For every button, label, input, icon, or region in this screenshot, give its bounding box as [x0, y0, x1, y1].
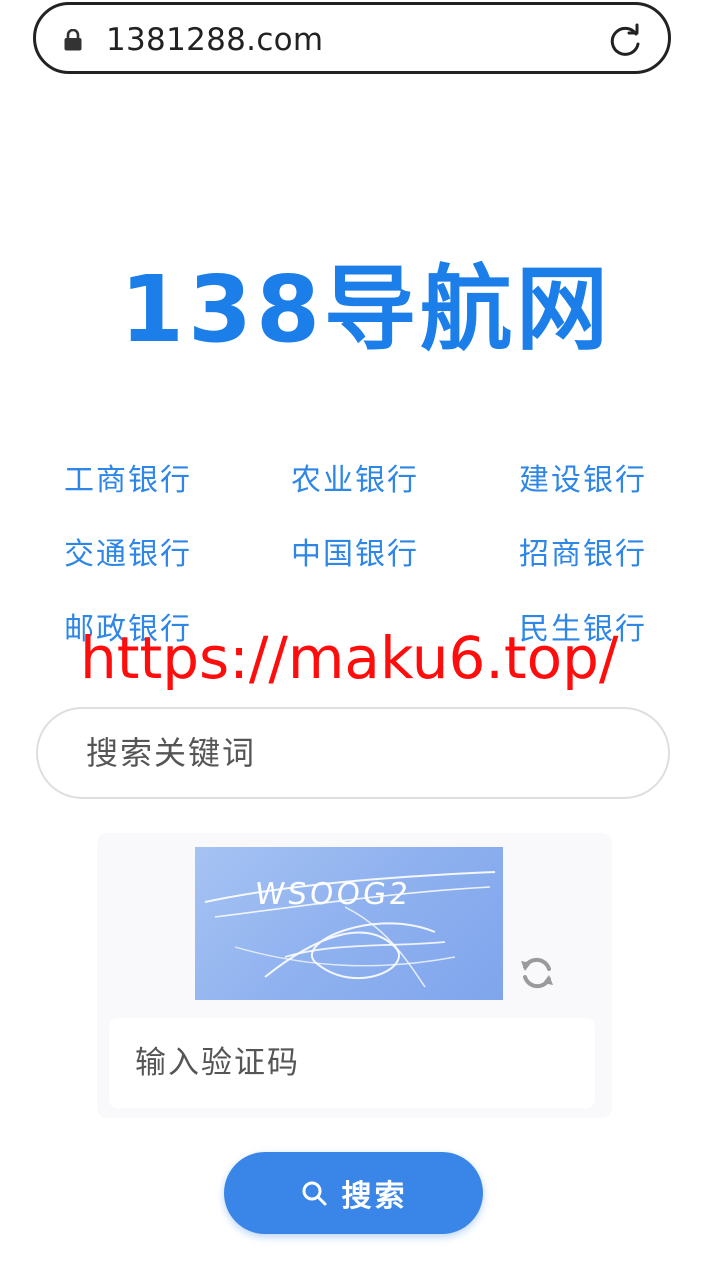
captcha-panel: WSOOG2	[97, 833, 612, 1118]
bank-link-ccb[interactable]: 建设银行	[519, 461, 647, 501]
site-logo: 138导航网	[120, 255, 613, 365]
search-button[interactable]: 搜索	[224, 1152, 483, 1234]
bank-link-bocom[interactable]: 交通银行	[64, 535, 192, 575]
bank-link-cmbc[interactable]: 民生银行	[519, 610, 647, 650]
lock-icon	[64, 29, 82, 51]
search-button-label: 搜索	[341, 1179, 408, 1214]
captcha-code: WSOOG2	[253, 877, 414, 912]
captcha-image[interactable]: WSOOG2	[195, 847, 503, 1000]
bank-link-icbc[interactable]: 工商银行	[64, 461, 192, 501]
refresh-icon[interactable]	[517, 953, 557, 993]
address-bar[interactable]: 1381288.com	[33, 2, 671, 74]
logo-text: 138导航网	[120, 256, 613, 363]
bank-link-cmb[interactable]: 招商银行	[519, 535, 647, 575]
page: 1381288.com 138导航网 工商银行 农业银行 建设银行 交通银行 中…	[0, 0, 707, 1280]
address-url[interactable]: 1381288.com	[106, 21, 323, 59]
captcha-noise-lines	[204, 871, 496, 988]
bank-link-psbc[interactable]: 邮政银行	[64, 610, 192, 650]
captcha-input[interactable]	[109, 1018, 595, 1108]
search-icon	[302, 1181, 326, 1206]
search-input[interactable]	[36, 707, 670, 799]
bank-link-abc[interactable]: 农业银行	[291, 461, 419, 501]
bank-link-boc[interactable]: 中国银行	[291, 535, 419, 575]
reload-icon[interactable]	[606, 22, 644, 60]
